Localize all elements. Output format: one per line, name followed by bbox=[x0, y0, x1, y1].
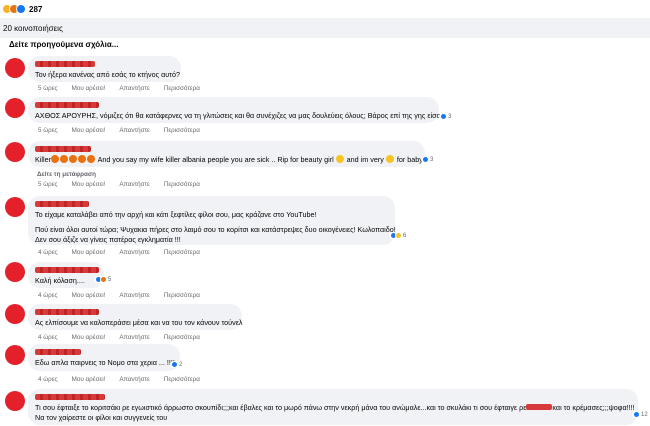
like-icon bbox=[171, 361, 178, 368]
comment-text: Δεν σου άξιζε να γίνεις πατέρας εγκληματ… bbox=[35, 235, 181, 244]
author-name-redacted[interactable] bbox=[35, 102, 99, 108]
reaction-count[interactable]: 287 bbox=[29, 5, 42, 14]
angry-emoji-icon bbox=[78, 155, 87, 163]
avatar[interactable] bbox=[5, 98, 25, 118]
redacted-text bbox=[526, 404, 553, 410]
comment-actions: 4 ώρες Μου αρέσει! Απαντήστε Περισσότερα bbox=[38, 292, 200, 299]
avatar[interactable] bbox=[5, 197, 25, 217]
avatar[interactable] bbox=[5, 58, 25, 78]
more-button[interactable]: Περισσότερα bbox=[164, 181, 200, 188]
author-name-redacted[interactable] bbox=[35, 201, 89, 207]
comment-time: 4 ώρες bbox=[38, 249, 58, 256]
reaction-icons bbox=[2, 4, 26, 14]
author-name-redacted[interactable] bbox=[35, 146, 91, 152]
comment-text: Τον ήξερα κανένας από εσάς το κτήνος αυτ… bbox=[35, 70, 181, 79]
reply-button[interactable]: Απαντήστε bbox=[119, 334, 149, 341]
comment-time: 5 ώρες bbox=[38, 85, 58, 92]
comment-bubble: Τον ήξερα κανένας από εσάς το κτήνος αυτ… bbox=[28, 56, 181, 82]
comment-time: 4 ώρες bbox=[38, 334, 58, 341]
comment-reactions[interactable]: 3 bbox=[439, 113, 453, 120]
like-button[interactable]: Μου αρέσει! bbox=[72, 334, 106, 341]
like-icon bbox=[16, 4, 26, 14]
shares-count[interactable]: 20 κοινοποιήσεις bbox=[3, 24, 63, 33]
view-previous-comments-link[interactable]: Δείτε προηγούμενα σχόλια... bbox=[9, 40, 118, 49]
comment-text: Killer And you say my wife killer albani… bbox=[35, 155, 425, 164]
avatar[interactable] bbox=[5, 345, 25, 365]
like-button[interactable]: Μου αρέσει! bbox=[72, 85, 106, 92]
author-name-redacted[interactable] bbox=[35, 309, 99, 315]
comment-text: Να τον χαίρεστε οι φίλοι και συγγενείς τ… bbox=[35, 413, 168, 422]
angry-emoji-icon bbox=[60, 155, 69, 163]
comment-bubble: ΑΧΘΟΣ ΑΡΟΥΡΗΣ, νόμιζες ότι θα κατάφερνες… bbox=[28, 97, 443, 123]
comment-reactions[interactable]: 6 bbox=[389, 232, 408, 239]
comment-time: 5 ώρες bbox=[38, 127, 58, 134]
angry-emoji-icon bbox=[69, 155, 78, 163]
sad-icon bbox=[395, 232, 402, 239]
reply-button[interactable]: Απαντήστε bbox=[119, 292, 149, 299]
shares-bar: 20 κοινοποιήσεις bbox=[0, 18, 650, 38]
comment-actions: 5 ώρες Μου αρέσει! Απαντήστε Περισσότερα bbox=[38, 127, 200, 134]
comment-actions: 5 ώρες Μου αρέσει! Απαντήστε Περισσότερα bbox=[38, 181, 200, 188]
more-button[interactable]: Περισσότερα bbox=[164, 376, 200, 383]
comment-bubble: Το είχαμε καταλάβει από την αρχή και κάτ… bbox=[28, 196, 396, 245]
comment-actions: 4 ώρες Μου αρέσει! Απαντήστε Περισσότερα bbox=[38, 334, 200, 341]
comment-reactions[interactable]: 2 bbox=[170, 361, 184, 368]
avatar[interactable] bbox=[5, 262, 25, 282]
comment-text: Πού είναι όλοι αυτοί τώρα; Ψυχακια πήρες… bbox=[35, 225, 396, 234]
comment-text: Το είχαμε καταλάβει από την αρχή και κάτ… bbox=[35, 210, 317, 219]
comment-text: Τι σου έφταιξε το κοριτσάκι ρε εγωιστικό… bbox=[35, 403, 635, 412]
more-button[interactable]: Περισσότερα bbox=[164, 334, 200, 341]
comment-bubble: Killer And you say my wife killer albani… bbox=[28, 141, 425, 167]
like-button[interactable]: Μου αρέσει! bbox=[72, 376, 106, 383]
more-button[interactable]: Περισσότερα bbox=[164, 292, 200, 299]
reactions-summary[interactable]: 287 bbox=[0, 0, 650, 18]
comment-text: ΑΧΘΟΣ ΑΡΟΥΡΗΣ, νόμιζες ότι θα κατάφερνες… bbox=[35, 111, 443, 120]
comment-actions: 4 ώρες Μου αρέσει! Απαντήστε Περισσότερα bbox=[38, 249, 200, 256]
crying-emoji-icon bbox=[336, 155, 345, 163]
avatar[interactable] bbox=[5, 142, 25, 162]
angry-icon bbox=[100, 276, 107, 283]
author-name-redacted[interactable] bbox=[35, 267, 99, 273]
author-name-redacted[interactable] bbox=[35, 349, 81, 355]
comment-text: Ας ελπίσουμε να καλοπεράσει μέσα και να … bbox=[35, 318, 243, 327]
more-button[interactable]: Περισσότερα bbox=[164, 127, 200, 134]
author-name-redacted[interactable] bbox=[35, 61, 95, 67]
comment-reactions[interactable]: 3 bbox=[421, 156, 435, 163]
comment-time: 4 ώρες bbox=[38, 292, 58, 299]
avatar[interactable] bbox=[5, 304, 25, 324]
reply-button[interactable]: Απαντήστε bbox=[119, 181, 149, 188]
comment-bubble: Ας ελπίσουμε να καλοπεράσει μέσα και να … bbox=[28, 304, 243, 330]
comment-text: Εδω απλα παιρνεις το Νομο στα χερια ... … bbox=[35, 358, 175, 367]
comment-reactions[interactable]: 12 bbox=[632, 411, 649, 418]
reply-button[interactable]: Απαντήστε bbox=[119, 127, 149, 134]
comment-text: Καλή κόλαση.... bbox=[35, 276, 85, 285]
like-icon bbox=[440, 113, 447, 120]
like-button[interactable]: Μου αρέσει! bbox=[72, 249, 106, 256]
comment-time: 4 ώρες bbox=[38, 376, 58, 383]
sad-emoji-icon bbox=[386, 155, 395, 163]
comment-bubble: Τι σου έφταιξε το κοριτσάκι ρε εγωιστικό… bbox=[28, 389, 638, 425]
more-button[interactable]: Περισσότερα bbox=[164, 249, 200, 256]
reply-button[interactable]: Απαντήστε bbox=[119, 376, 149, 383]
comment-bubble: Καλή κόλαση.... bbox=[28, 262, 104, 288]
like-button[interactable]: Μου αρέσει! bbox=[72, 292, 106, 299]
author-name-redacted[interactable] bbox=[35, 394, 105, 400]
see-translation-link[interactable]: Δείτε τη μετάφραση bbox=[37, 171, 96, 178]
more-button[interactable]: Περισσότερα bbox=[164, 85, 200, 92]
like-button[interactable]: Μου αρέσει! bbox=[72, 127, 106, 134]
comment-time: 5 ώρες bbox=[38, 181, 58, 188]
reply-button[interactable]: Απαντήστε bbox=[119, 85, 149, 92]
like-icon bbox=[633, 411, 640, 418]
comment-reactions[interactable]: 5 bbox=[94, 276, 113, 283]
angry-emoji-icon bbox=[51, 155, 60, 163]
comment-actions: 4 ώρες Μου αρέσει! Απαντήστε Περισσότερα bbox=[38, 376, 200, 383]
comment-bubble: Εδω απλα παιρνεις το Νομο στα χερια ... … bbox=[28, 344, 180, 371]
avatar[interactable] bbox=[5, 391, 25, 411]
like-icon bbox=[422, 156, 429, 163]
comment-actions: 5 ώρες Μου αρέσει! Απαντήστε Περισσότερα bbox=[38, 85, 200, 92]
angry-emoji-icon bbox=[87, 155, 96, 163]
reply-button[interactable]: Απαντήστε bbox=[119, 249, 149, 256]
like-button[interactable]: Μου αρέσει! bbox=[72, 181, 106, 188]
